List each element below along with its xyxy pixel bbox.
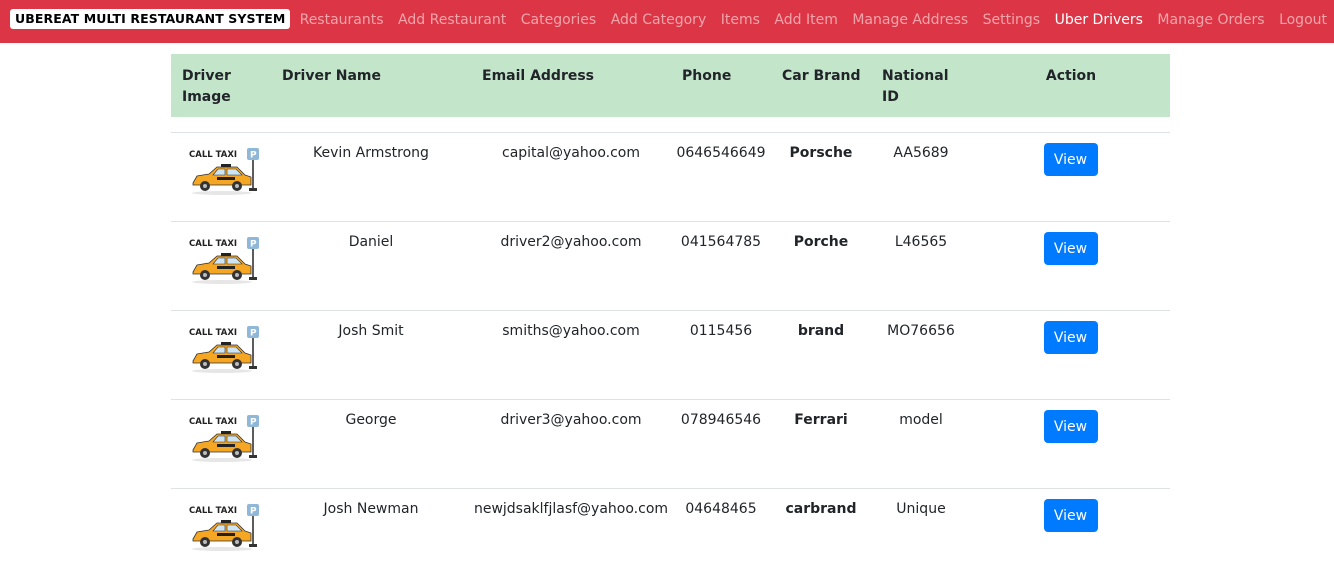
email-cell: driver3@yahoo.com <box>471 399 671 489</box>
nav-link-add-category[interactable]: Add Category <box>611 12 707 28</box>
driver-name-cell: Josh Smit <box>271 310 471 400</box>
phone-cell: 04648465 <box>671 488 771 578</box>
taxi-sign: P <box>250 329 257 339</box>
taxi-image: CALL TAXI P <box>183 236 270 292</box>
taxi-sign: P <box>250 507 257 517</box>
table-body: CALL TAXI P Kevin Armstrong capital@yahoo… <box>171 117 1170 578</box>
taxi-image: CALL TAXI P <box>183 325 270 381</box>
driver-image-cell: CALL TAXI P <box>171 221 271 311</box>
national-id-cell: L46565 <box>871 221 971 311</box>
car-brand-cell: carbrand <box>771 488 871 578</box>
nav-link-categories[interactable]: Categories <box>521 12 596 28</box>
national-id-cell: AA5689 <box>871 132 971 222</box>
nav-link-uber-drivers[interactable]: Uber Drivers <box>1055 12 1143 28</box>
nav-links: Restaurants Add Restaurant Categories Ad… <box>285 0 1327 40</box>
taxi-caption: CALL TAXI <box>189 417 237 427</box>
driver-name-cell: Daniel <box>271 221 471 311</box>
driver-image-cell: CALL TAXI P <box>171 132 271 222</box>
nav-link-items[interactable]: Items <box>721 12 760 28</box>
taxi-caption: CALL TAXI <box>189 506 237 516</box>
national-id-cell: model <box>871 399 971 489</box>
email-cell: capital@yahoo.com <box>471 132 671 222</box>
car-brand-cell: Porsche <box>771 132 871 222</box>
national-id-cell: Unique <box>871 488 971 578</box>
driver-name-cell: Kevin Armstrong <box>271 132 471 222</box>
brand-logo[interactable]: UBEREAT MULTI RESTAURANT SYSTEM <box>10 9 291 29</box>
taxi-image: CALL TAXI P <box>183 147 270 203</box>
action-cell: View <box>971 399 1170 489</box>
header-car-brand: Car Brand <box>782 68 861 84</box>
driver-image-cell: CALL TAXI P <box>171 488 271 578</box>
car-brand-cell: brand <box>771 310 871 400</box>
nav-link-add-item[interactable]: Add Item <box>774 12 837 28</box>
phone-cell: 078946546 <box>671 399 771 489</box>
header-action: Action <box>1045 68 1097 84</box>
action-cell: View <box>971 488 1170 578</box>
phone-cell: 041564785 <box>671 221 771 311</box>
view-button[interactable]: View <box>1043 143 1098 176</box>
drivers-table: Driver Image Driver Name Email Address P… <box>171 54 1170 578</box>
driver-image-cell: CALL TAXI P <box>171 399 271 489</box>
table-header-row: Driver Image Driver Name Email Address P… <box>171 54 1170 117</box>
nav-link-manage-address[interactable]: Manage Address <box>852 12 968 28</box>
header-national-id: National ID <box>882 68 949 105</box>
nav-link-settings[interactable]: Settings <box>983 12 1040 28</box>
driver-name-cell: George <box>271 399 471 489</box>
table-spacer <box>171 117 1170 133</box>
view-button[interactable]: View <box>1043 232 1098 265</box>
action-cell: View <box>971 221 1170 311</box>
email-cell: driver2@yahoo.com <box>471 221 671 311</box>
action-cell: View <box>971 132 1170 222</box>
national-id-cell: MO76656 <box>871 310 971 400</box>
top-navbar: UBEREAT MULTI RESTAURANT SYSTEM Restaura… <box>0 0 1334 43</box>
taxi-sign: P <box>250 240 257 250</box>
nav-link-add-restaurant[interactable]: Add Restaurant <box>398 12 506 28</box>
table-row: CALL TAXI P Josh Smit smiths@yahoo.com 011… <box>171 310 1170 400</box>
phone-cell: 0646546649 <box>671 132 771 222</box>
header-driver-image: Driver Image <box>182 68 231 105</box>
header-phone: Phone <box>682 68 732 84</box>
phone-cell: 0115456 <box>671 310 771 400</box>
action-cell: View <box>971 310 1170 400</box>
header-driver-name: Driver Name <box>282 68 381 84</box>
header-email-address: Email Address <box>482 68 595 84</box>
taxi-sign: P <box>250 418 257 428</box>
driver-name-cell: Josh Newman <box>271 488 471 578</box>
taxi-image: CALL TAXI P <box>183 503 270 559</box>
table-row: CALL TAXI P Josh Newman newjdsaklfjlasf@y… <box>171 488 1170 578</box>
nav-link-restaurants[interactable]: Restaurants <box>300 12 384 28</box>
car-brand-cell: Porche <box>771 221 871 311</box>
view-button[interactable]: View <box>1043 321 1098 354</box>
email-cell: newjdsaklfjlasf@yahoo.com <box>471 488 671 578</box>
nav-link-logout[interactable]: Logout <box>1279 12 1327 28</box>
taxi-caption: CALL TAXI <box>189 328 237 338</box>
email-cell: smiths@yahoo.com <box>471 310 671 400</box>
table-row: CALL TAXI P George driver3@yahoo.com 07894… <box>171 399 1170 489</box>
table-row: CALL TAXI P Daniel driver2@yahoo.com 04156… <box>171 221 1170 311</box>
driver-image-cell: CALL TAXI P <box>171 310 271 400</box>
view-button[interactable]: View <box>1043 410 1098 443</box>
taxi-caption: CALL TAXI <box>189 239 237 249</box>
view-button[interactable]: View <box>1043 499 1098 532</box>
taxi-caption: CALL TAXI <box>189 150 237 160</box>
nav-link-manage-orders[interactable]: Manage Orders <box>1157 12 1264 28</box>
drivers-table-container: Driver Image Driver Name Email Address P… <box>171 54 1170 578</box>
table-row: CALL TAXI P Kevin Armstrong capital@yahoo… <box>171 132 1170 222</box>
taxi-sign: P <box>250 151 257 161</box>
taxi-image: CALL TAXI P <box>183 414 270 470</box>
car-brand-cell: Ferrari <box>771 399 871 489</box>
